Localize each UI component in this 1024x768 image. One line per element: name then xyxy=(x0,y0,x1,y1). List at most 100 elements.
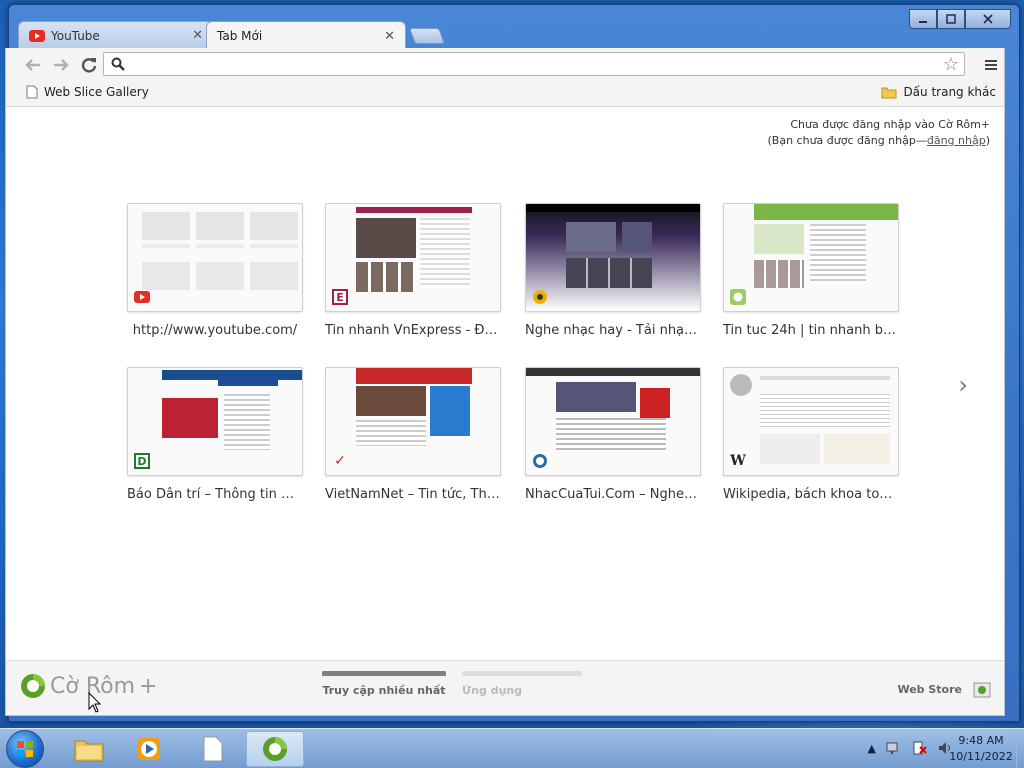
tile-thumbnail: E xyxy=(325,203,501,312)
back-arrow-icon xyxy=(25,59,40,71)
tab-strip: YouTube ✕ Tab Mới ✕ xyxy=(8,21,988,50)
show-hidden-icons-icon[interactable]: ▲ xyxy=(868,742,876,755)
tile-24h[interactable]: Tin tuc 24h | tin nhanh bong da xyxy=(723,203,899,338)
media-player-icon xyxy=(138,738,160,760)
taskbar: ▲ 9:48 AM 10/11/2022 xyxy=(0,728,1024,768)
tab-most-visited[interactable]: Truy cập nhiều nhất xyxy=(322,671,446,697)
system-tray: ▲ xyxy=(868,741,954,755)
mouse-cursor-icon xyxy=(88,692,102,713)
signin-suffix: ) xyxy=(985,134,990,147)
reload-icon xyxy=(81,58,97,73)
menu-button[interactable] xyxy=(980,54,1002,76)
other-bookmarks[interactable]: Dấu trang khác xyxy=(881,85,996,99)
menu-icon xyxy=(985,60,997,70)
check-icon: ✓ xyxy=(334,453,346,469)
signin-line1: Chưa được đăng nhập vào Cờ Rôm+ xyxy=(790,118,990,131)
tile-title: Tin tuc 24h | tin nhanh bong da xyxy=(723,323,899,338)
clock-icon xyxy=(730,289,746,305)
taskbar-media-player[interactable] xyxy=(120,731,178,767)
omnibox[interactable]: ☆ xyxy=(103,52,965,76)
wikipedia-icon: W xyxy=(730,453,746,469)
windows-logo-icon xyxy=(17,741,33,757)
tile-nhaccuatui[interactable]: NhacCuaTui.Com – Nghe nhạc xyxy=(525,367,701,502)
tile-title: Báo Dân trí – Thông tin mới nhất xyxy=(127,487,303,502)
tab-apps-label: Ứng dụng xyxy=(462,684,523,697)
tile-thumbnail xyxy=(127,203,303,312)
tile-thumbnail xyxy=(525,203,701,312)
signin-line2: (Bạn chưa được đăng nhập—đăng nhập) xyxy=(768,133,991,149)
signin-prefix: (Bạn chưa được đăng nhập— xyxy=(767,134,927,147)
network-icon[interactable] xyxy=(886,741,902,755)
tile-title: VietNamNet – Tin tức, Thời sự xyxy=(325,487,501,502)
clock[interactable]: 9:48 AM 10/11/2022 xyxy=(946,733,1016,765)
web-store-icon xyxy=(973,682,991,698)
close-tab-icon[interactable]: ✕ xyxy=(192,28,203,43)
tile-title: NhacCuaTui.Com – Nghe nhạc xyxy=(525,487,701,502)
web-store-link[interactable]: Web Store xyxy=(897,679,992,699)
bookmark-web-slice-gallery[interactable]: Web Slice Gallery xyxy=(26,85,149,99)
folder-icon xyxy=(881,87,897,98)
address-input[interactable] xyxy=(132,55,932,73)
new-tab-page: Chưa được đăng nhập vào Cờ Rôm+ (Bạn chư… xyxy=(5,107,1005,660)
clock-time: 9:48 AM xyxy=(958,734,1004,747)
ntp-footer: Cờ Rôm + Truy cập nhiều nhất Ứng dụng We… xyxy=(5,660,1005,716)
bookmarks-bar: Web Slice Gallery Dấu trang khác xyxy=(5,80,1005,107)
bookmark-label: Web Slice Gallery xyxy=(44,85,149,99)
show-desktop-button[interactable] xyxy=(1016,729,1024,768)
tab-apps[interactable]: Ứng dụng xyxy=(458,671,582,697)
search-icon xyxy=(111,57,125,74)
tab-label: Tab Mới xyxy=(217,29,263,43)
tile-music[interactable]: Nghe nhạc hay - Tải nhạc mp3 xyxy=(525,203,701,338)
nhaccuatui-icon xyxy=(532,453,548,469)
music-icon xyxy=(532,289,548,305)
document-icon xyxy=(203,736,223,762)
signin-link[interactable]: đăng nhập xyxy=(927,134,986,147)
tile-title: Tin nhanh VnExpress - Đọc báo, tin tức xyxy=(325,323,501,338)
forward-arrow-icon xyxy=(54,59,69,71)
taskbar-browser[interactable] xyxy=(246,731,304,767)
close-tab-icon[interactable]: ✕ xyxy=(384,29,395,44)
tile-thumbnail: W xyxy=(723,367,899,476)
tile-thumbnail xyxy=(525,367,701,476)
tile-thumbnail: ✓ xyxy=(325,367,501,476)
forward-button[interactable] xyxy=(50,54,72,76)
new-tab-button[interactable] xyxy=(409,28,445,44)
bookmark-star-icon[interactable]: ☆ xyxy=(943,54,959,75)
explorer-icon xyxy=(74,740,104,762)
toolbar: ☆ xyxy=(5,48,1005,80)
tile-thumbnail: D xyxy=(127,367,303,476)
tile-title: Wikipedia, bách khoa toàn thư xyxy=(723,487,899,502)
tile-title: http://www.youtube.com/ xyxy=(132,323,298,338)
other-bookmarks-label: Dấu trang khác xyxy=(903,85,996,99)
dantri-icon: D xyxy=(134,453,150,469)
back-button[interactable] xyxy=(22,54,44,76)
tab-new-tab[interactable]: Tab Mới ✕ xyxy=(206,21,406,50)
tile-dantri[interactable]: D Báo Dân trí – Thông tin mới nhất xyxy=(127,367,303,502)
inactive-indicator xyxy=(462,671,582,676)
taskbar-document[interactable] xyxy=(184,731,242,767)
vnexpress-icon: E xyxy=(332,289,348,305)
tab-label: YouTube xyxy=(51,28,100,43)
youtube-icon xyxy=(134,289,150,305)
tile-wikipedia[interactable]: W Wikipedia, bách khoa toàn thư xyxy=(723,367,899,502)
taskbar-explorer[interactable] xyxy=(60,731,118,767)
action-center-icon[interactable] xyxy=(912,741,928,755)
cocroam-logo-icon xyxy=(21,674,45,698)
tile-youtube[interactable]: http://www.youtube.com/ xyxy=(127,203,303,338)
active-indicator xyxy=(322,671,446,676)
tab-youtube[interactable]: YouTube ✕ xyxy=(18,21,214,49)
tile-vietnamnet[interactable]: ✓ VietNamNet – Tin tức, Thời sự xyxy=(325,367,501,502)
clock-date: 10/11/2022 xyxy=(949,750,1013,763)
tile-thumbnail xyxy=(723,203,899,312)
next-page-chevron-icon[interactable]: › xyxy=(958,371,968,399)
reload-button[interactable] xyxy=(78,54,100,76)
tile-title: Nghe nhạc hay - Tải nhạc mp3 xyxy=(525,323,701,338)
page-icon xyxy=(26,85,38,99)
chrome-icon xyxy=(263,737,287,761)
youtube-icon xyxy=(29,29,45,42)
signin-notice: Chưa được đăng nhập vào Cờ Rôm+ (Bạn chư… xyxy=(768,117,991,149)
start-button[interactable] xyxy=(6,730,44,768)
tab-most-visited-label: Truy cập nhiều nhất xyxy=(322,684,446,697)
tile-vnexpress[interactable]: E Tin nhanh VnExpress - Đọc báo, tin tức xyxy=(325,203,501,338)
web-store-label: Web Store xyxy=(897,682,962,696)
